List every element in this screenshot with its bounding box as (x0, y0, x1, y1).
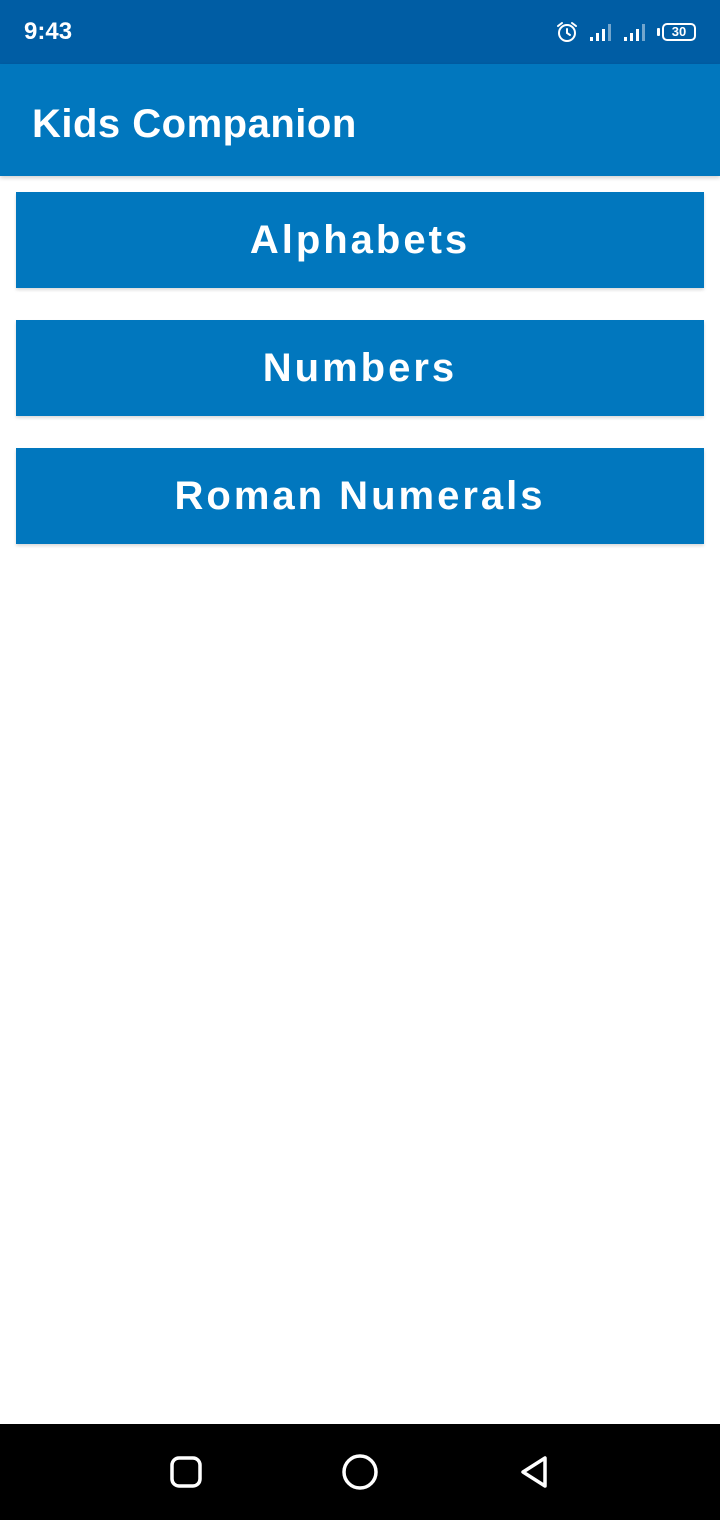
battery-icon: 30 (657, 23, 696, 41)
app-bar: Kids Companion (0, 64, 720, 176)
recents-square-icon[interactable] (166, 1452, 206, 1492)
signal-icon (589, 22, 613, 42)
page-title: Kids Companion (32, 102, 357, 146)
signal-icon (623, 22, 647, 42)
status-bar: 9:43 30 (0, 0, 720, 64)
alarm-icon (555, 20, 579, 44)
battery-level: 30 (662, 23, 696, 41)
alphabets-button[interactable]: Alphabets (16, 192, 704, 288)
screen: 9:43 30 Kids Companion Alphabets Numbers… (0, 0, 720, 1520)
status-time: 9:43 (24, 18, 73, 45)
home-circle-icon[interactable] (340, 1452, 380, 1492)
battery-tip (657, 28, 660, 36)
navigation-bar (0, 1424, 720, 1520)
status-icons: 30 (555, 18, 696, 46)
roman-numerals-button[interactable]: Roman Numerals (16, 448, 704, 544)
numbers-button[interactable]: Numbers (16, 320, 704, 416)
back-triangle-icon[interactable] (514, 1452, 554, 1492)
